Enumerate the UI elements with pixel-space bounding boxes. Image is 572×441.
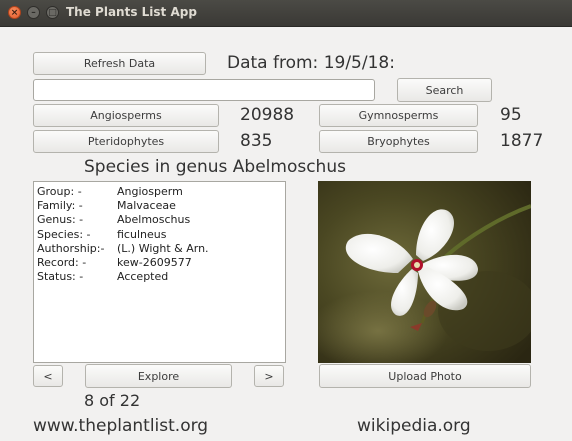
record-key: Authorship:- (37, 241, 105, 255)
gymnosperms-button[interactable]: Gymnosperms (319, 104, 478, 127)
genus-heading: Species in genus Abelmoschus (84, 157, 346, 177)
record-key: Record: - (37, 255, 87, 269)
record-key: Group: - (37, 185, 82, 198)
previous-button[interactable]: < (33, 365, 63, 387)
record-row-authorship: Authorship:- (L.) Wight & Arn. (37, 242, 285, 256)
record-row-record: Record: - kew-2609577 (37, 256, 285, 270)
data-from-label: Data from: 19/5/18: (227, 53, 395, 73)
bryophytes-count: 1877 (500, 131, 544, 151)
record-row-species: Species: - ficulneus (37, 228, 285, 242)
record-key: Genus: - (37, 213, 84, 227)
record-value: kew-2609577 (117, 255, 192, 269)
record-row-genus: Genus: - Abelmoschus (37, 213, 285, 227)
record-value: Malvaceae (117, 199, 176, 213)
record-position: 8 of 22 (84, 391, 141, 410)
minimize-icon[interactable]: – (27, 6, 40, 19)
upload-photo-button[interactable]: Upload Photo (319, 364, 531, 388)
maximize-icon[interactable]: □ (46, 6, 59, 19)
angiosperms-button[interactable]: Angiosperms (33, 104, 219, 127)
record-key: Family: - (37, 199, 83, 213)
pteridophytes-button[interactable]: Pteridophytes (33, 130, 219, 153)
record-key: Species: - (37, 227, 91, 241)
record-value: Abelmoschus (117, 213, 191, 227)
close-icon[interactable]: × (8, 6, 21, 19)
search-input[interactable] (33, 79, 375, 101)
pteridophytes-count: 835 (240, 131, 273, 151)
record-value: ficulneus (117, 227, 167, 241)
record-value: Angiosperm (117, 185, 183, 198)
record-row-status: Status: - Accepted (37, 270, 285, 284)
angiosperms-count: 20988 (240, 105, 295, 125)
refresh-data-button[interactable]: Refresh Data (33, 52, 206, 75)
wikipedia-link[interactable]: wikipedia.org (357, 416, 471, 436)
record-value: (L.) Wight & Arn. (117, 241, 209, 255)
bryophytes-button[interactable]: Bryophytes (319, 130, 478, 153)
record-row-group: Group: - Angiosperm (37, 185, 285, 199)
record-value: Accepted (117, 270, 169, 284)
record-details-panel: Group: - Angiosperm Family: - Malvaceae Ge… (33, 181, 286, 363)
gymnosperms-count: 95 (500, 105, 522, 125)
title-bar: × – □ The Plants List App (0, 0, 572, 27)
next-button[interactable]: > (254, 365, 284, 387)
record-key: Status: - (37, 270, 84, 284)
theplantlist-link[interactable]: www.theplantlist.org (33, 416, 208, 436)
record-row-family: Family: - Malvaceae (37, 199, 285, 213)
explore-button[interactable]: Explore (85, 364, 232, 388)
flower-image (318, 181, 531, 363)
plant-photo (318, 181, 531, 363)
search-button[interactable]: Search (397, 78, 492, 102)
window-title: The Plants List App (66, 5, 197, 19)
